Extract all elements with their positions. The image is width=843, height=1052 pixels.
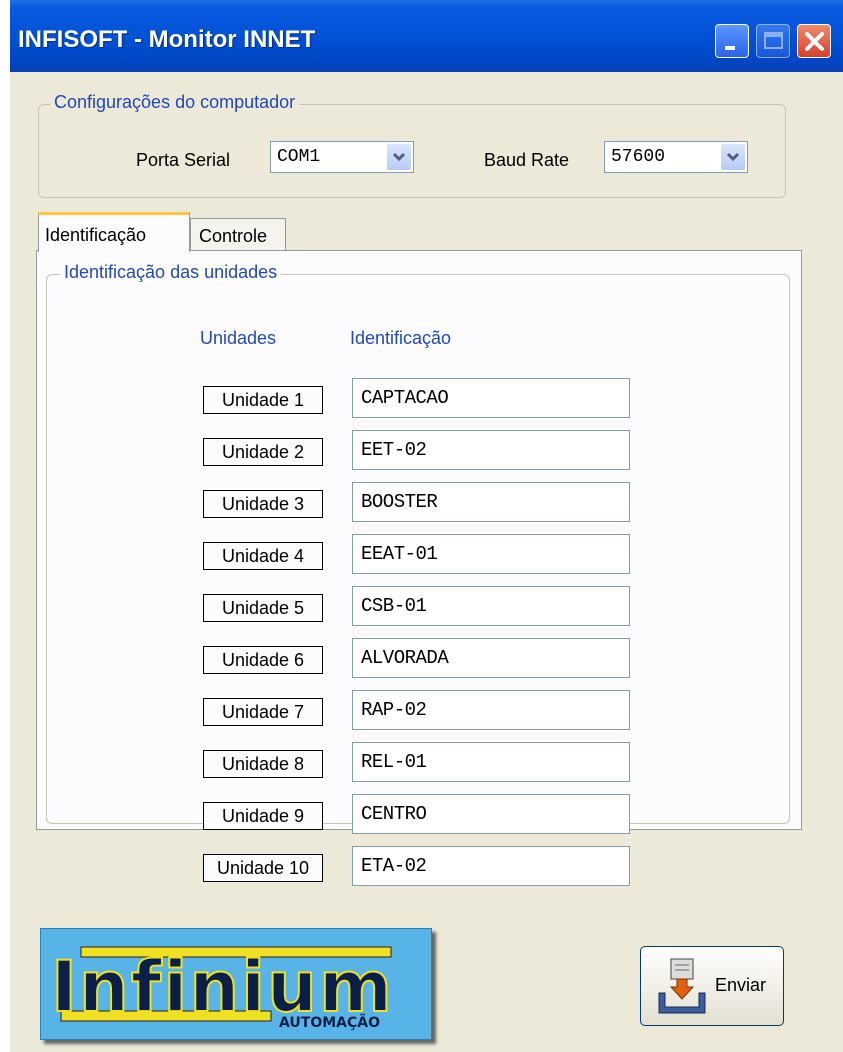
units-identification-legend: Identificação das unidades — [60, 262, 282, 283]
tab-identificacao[interactable]: Identificação — [38, 212, 190, 252]
baud-rate-label: Baud Rate — [484, 150, 570, 170]
unit-identification-field[interactable]: EEAT-01 — [352, 534, 630, 574]
window-title: INFISOFT - Monitor INNET — [18, 26, 316, 53]
tab-label: Controle — [199, 226, 268, 246]
unit-identification-field[interactable]: EET-02 — [352, 430, 630, 470]
unit-identification-value: CSB-01 — [361, 595, 427, 617]
unit-identification-value: REL-01 — [361, 751, 427, 773]
unit-identification-field[interactable]: CAPTACAO — [352, 378, 630, 418]
unit-identification-value: RAP-02 — [361, 699, 427, 721]
serial-port-value: COM1 — [277, 147, 321, 167]
unit-label: Unidade 3 — [203, 490, 323, 518]
close-button[interactable] — [797, 24, 831, 58]
unit-identification-value: CENTRO — [361, 803, 427, 825]
infinium-logo: Infinium AUTOMAÇÃO — [40, 928, 432, 1040]
svg-text:AUTOMAÇÃO: AUTOMAÇÃO — [279, 1014, 380, 1031]
minimize-button[interactable] — [715, 24, 749, 58]
unit-identification-value: CAPTACAO — [361, 387, 449, 409]
unit-label: Unidade 6 — [203, 646, 323, 674]
unit-identification-field[interactable]: REL-01 — [352, 742, 630, 782]
baud-rate-dropdown-button[interactable] — [721, 144, 745, 170]
title-bar[interactable]: INFISOFT - Monitor INNET — [10, 0, 843, 72]
unit-label: Unidade 7 — [203, 698, 323, 726]
unit-identification-field[interactable]: BOOSTER — [352, 482, 630, 522]
unit-label: Unidade 8 — [203, 750, 323, 778]
unit-identification-value: ALVORADA — [361, 647, 449, 669]
send-button-label: Enviar — [715, 975, 767, 995]
unit-label: Unidade 2 — [203, 438, 323, 466]
app-window: INFISOFT - Monitor INNET Configurações d… — [10, 0, 843, 1052]
logo-graphic: Infinium AUTOMAÇÃO — [50, 945, 393, 1031]
maximize-icon — [764, 32, 783, 49]
units-column-header: Unidades — [200, 328, 277, 348]
unit-label: Unidade 4 — [203, 542, 323, 570]
close-icon — [805, 32, 824, 51]
tab-label: Identificação — [45, 225, 147, 245]
computer-config-legend: Configurações do computador — [50, 92, 300, 113]
chevron-down-icon — [392, 152, 406, 162]
unit-identification-value: EET-02 — [361, 439, 427, 461]
serial-port-dropdown-button[interactable] — [387, 144, 411, 170]
unit-identification-field[interactable]: ALVORADA — [352, 638, 630, 678]
send-button[interactable]: Enviar — [640, 946, 784, 1026]
unit-label: Unidade 9 — [203, 802, 323, 830]
baud-rate-select[interactable]: 57600 — [604, 141, 748, 173]
baud-rate-value: 57600 — [611, 147, 666, 167]
unit-identification-value: ETA-02 — [361, 855, 427, 877]
unit-identification-value: BOOSTER — [361, 491, 438, 513]
unit-identification-value: EEAT-01 — [361, 543, 438, 565]
send-icon — [658, 958, 706, 1014]
unit-identification-field[interactable]: RAP-02 — [352, 690, 630, 730]
serial-port-select[interactable]: COM1 — [270, 141, 414, 173]
serial-port-label: Porta Serial — [136, 150, 231, 170]
unit-label: Unidade 5 — [203, 594, 323, 622]
unit-label: Unidade 1 — [203, 386, 323, 414]
unit-identification-field[interactable]: CSB-01 — [352, 586, 630, 626]
chevron-down-icon — [726, 152, 740, 162]
identification-column-header: Identificação — [350, 328, 452, 348]
unit-label: Unidade 10 — [203, 854, 323, 882]
tab-controle[interactable]: Controle — [190, 218, 286, 250]
maximize-button[interactable] — [756, 24, 790, 58]
unit-identification-field[interactable]: ETA-02 — [352, 846, 630, 886]
minimize-icon — [725, 46, 735, 50]
unit-identification-field[interactable]: CENTRO — [352, 794, 630, 834]
